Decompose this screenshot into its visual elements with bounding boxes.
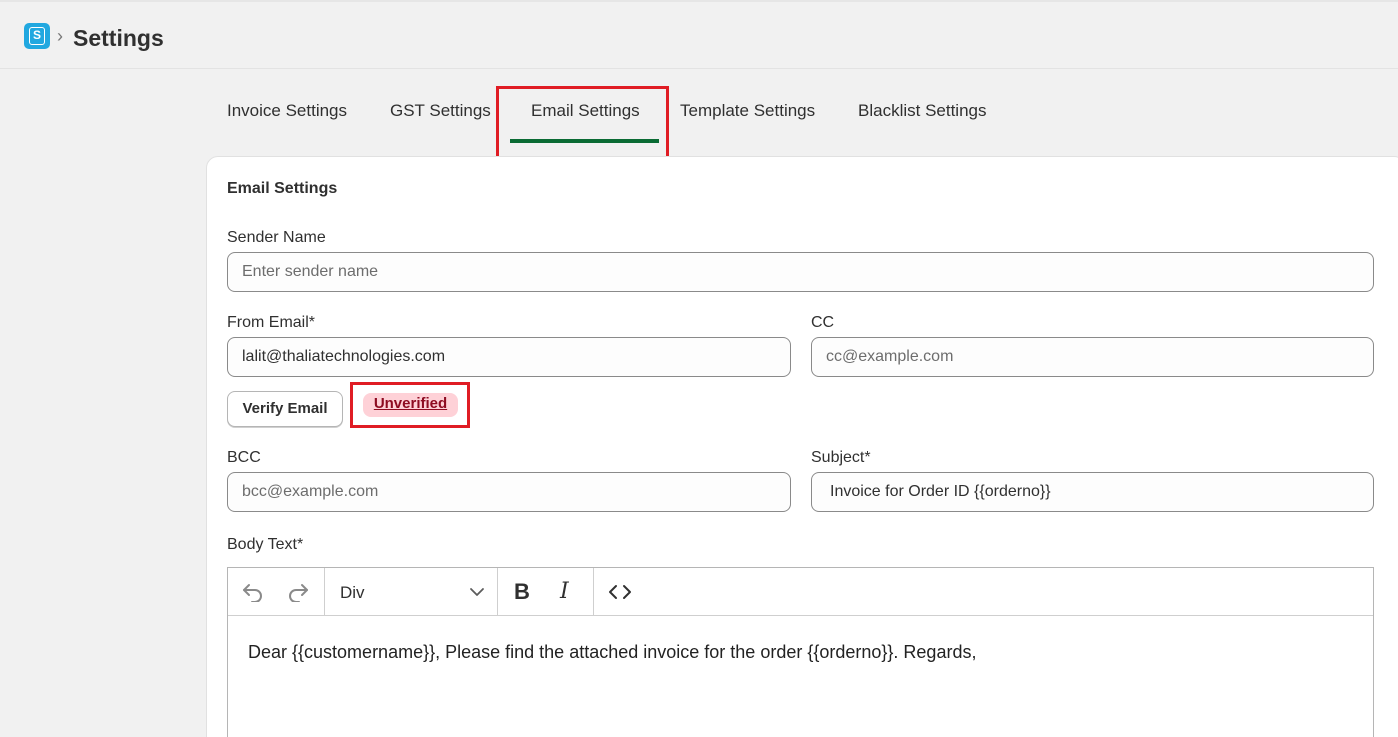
- subject-input[interactable]: [811, 472, 1374, 512]
- tab-template-settings[interactable]: Template Settings: [680, 100, 815, 122]
- app-logo[interactable]: S: [24, 23, 50, 49]
- highlight-box-tab: [496, 86, 669, 159]
- cc-label: CC: [811, 314, 835, 331]
- toolbar-divider: [593, 568, 594, 616]
- body-text-label: Body Text*: [227, 536, 304, 553]
- from-email-label: From Email*: [227, 314, 316, 331]
- from-email-input[interactable]: [227, 337, 791, 377]
- tab-blacklist-settings[interactable]: Blacklist Settings: [858, 100, 987, 122]
- italic-button[interactable]: I: [560, 578, 569, 606]
- toolbar-divider: [324, 568, 325, 616]
- page-title: Settings: [73, 25, 164, 51]
- bcc-label: BCC: [227, 449, 261, 466]
- code-view-icon[interactable]: [608, 580, 632, 604]
- toolbar-divider: [497, 568, 498, 616]
- chevron-down-icon[interactable]: [465, 580, 489, 604]
- editor-toolbar: Div B I: [228, 568, 1373, 616]
- tab-gst-settings[interactable]: GST Settings: [390, 100, 491, 122]
- section-title: Email Settings: [227, 180, 338, 197]
- top-bar: S › Settings: [0, 0, 1398, 69]
- sender-name-input[interactable]: [227, 252, 1374, 292]
- block-format-select[interactable]: Div: [340, 582, 365, 604]
- highlight-box-badge: [350, 382, 470, 428]
- bold-button[interactable]: B: [514, 578, 530, 606]
- bcc-input[interactable]: [227, 472, 791, 512]
- tab-invoice-settings[interactable]: Invoice Settings: [227, 100, 347, 122]
- sender-name-label: Sender Name: [227, 229, 326, 246]
- rich-text-editor: Div B I Dear {{customername}}, Please fi…: [227, 567, 1374, 737]
- subject-label: Subject*: [811, 449, 871, 466]
- breadcrumb-separator: ›: [57, 26, 63, 46]
- editor-content[interactable]: Dear {{customername}}, Please find the a…: [248, 640, 976, 664]
- redo-icon[interactable]: [286, 580, 310, 604]
- verify-email-button[interactable]: Verify Email: [227, 391, 343, 427]
- cc-input[interactable]: [811, 337, 1374, 377]
- app-logo-mark: S: [29, 27, 45, 45]
- undo-icon[interactable]: [241, 580, 265, 604]
